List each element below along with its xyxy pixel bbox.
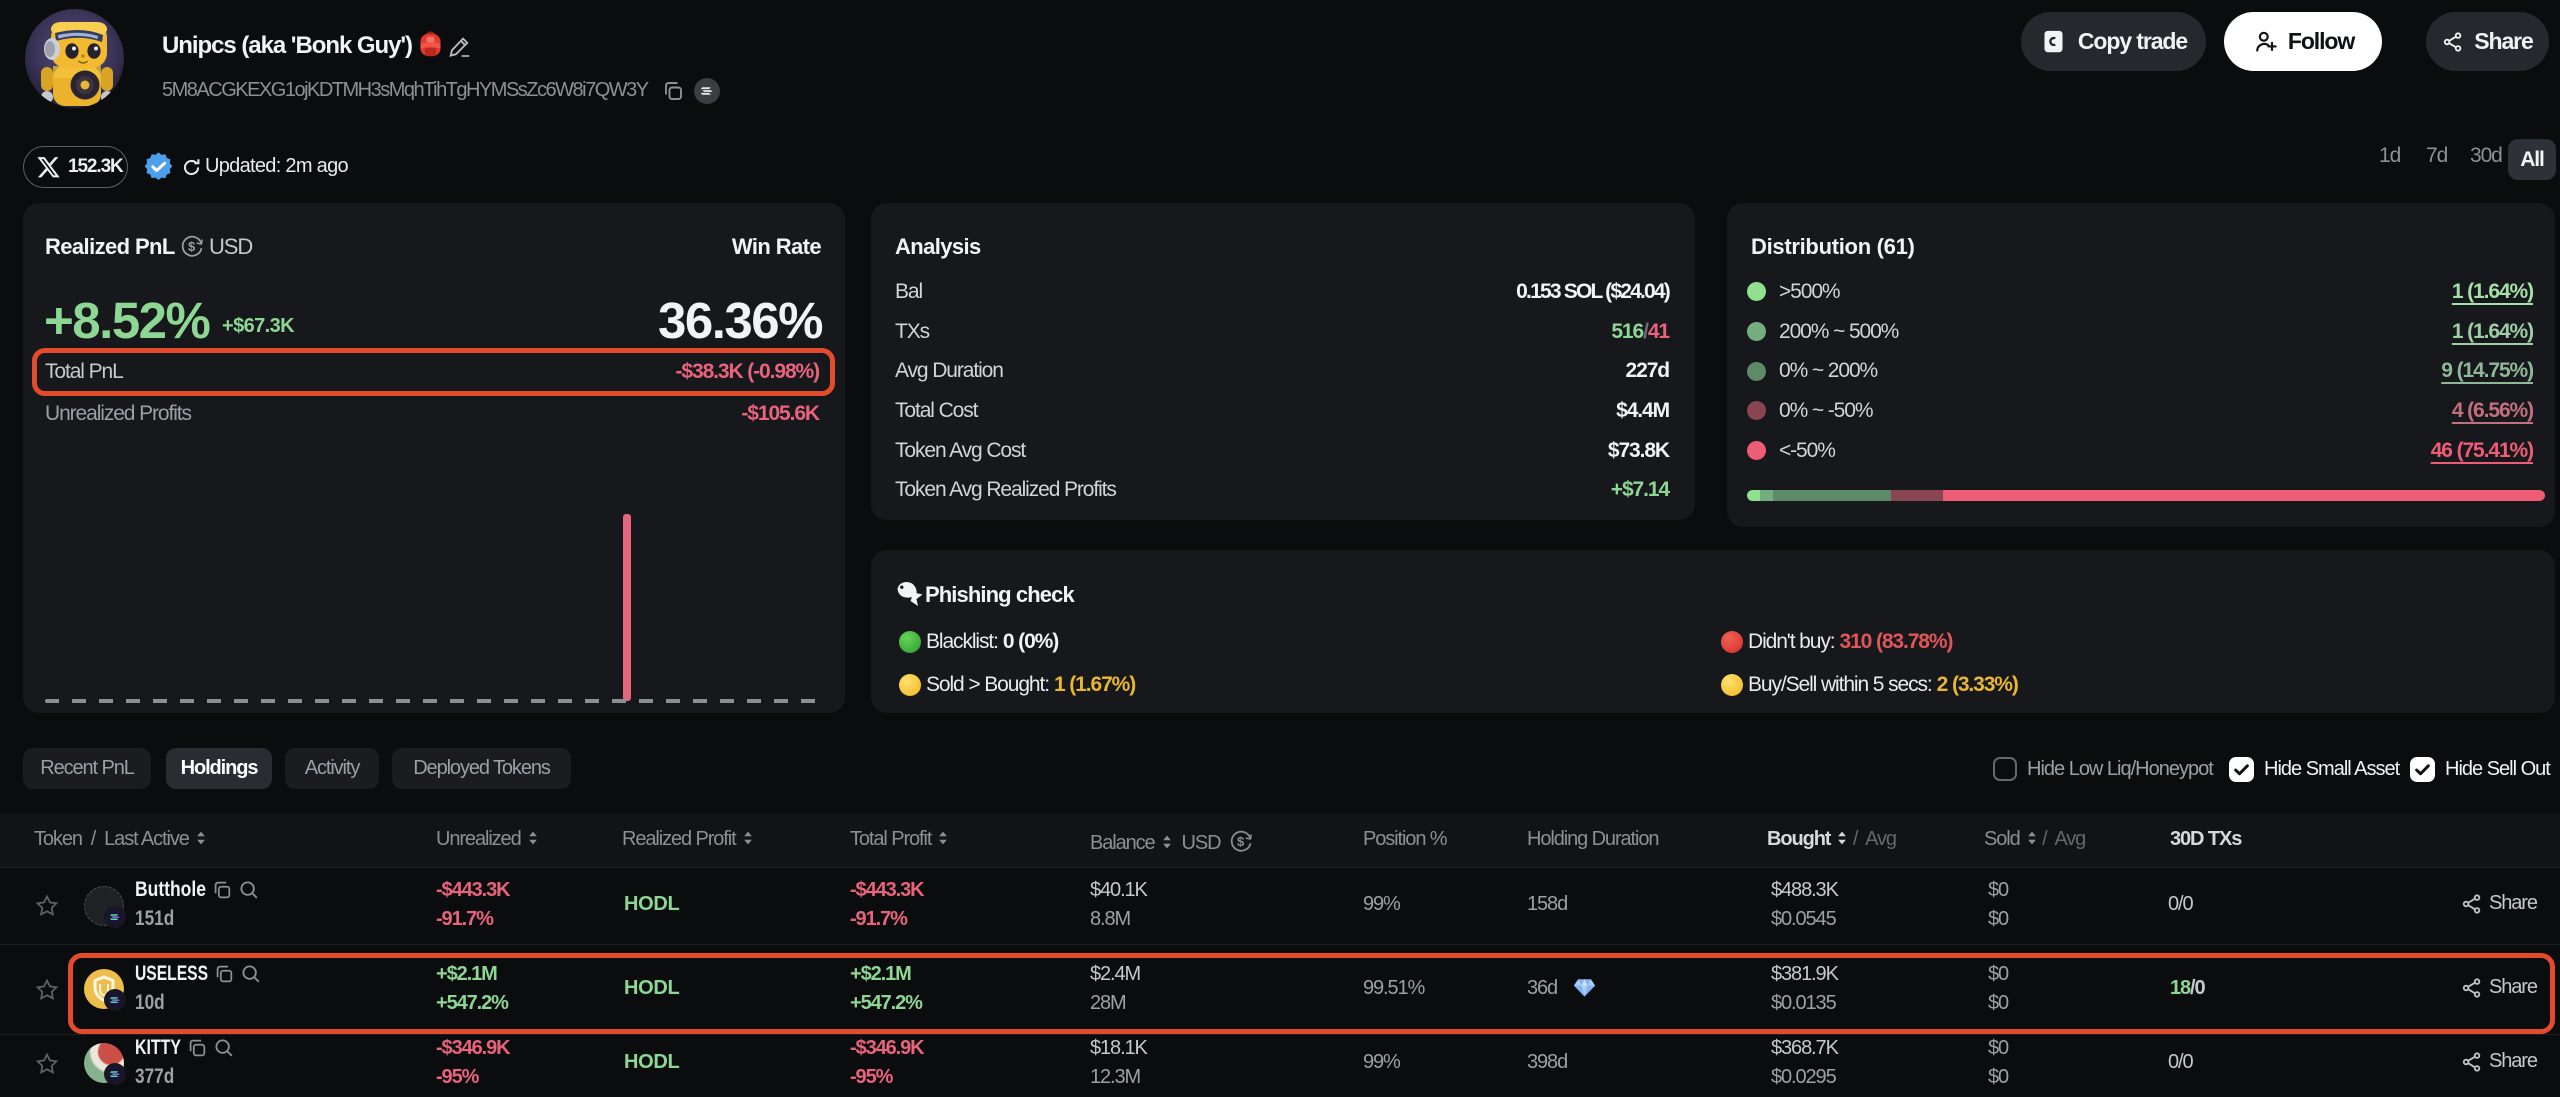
svg-text:$: $	[1237, 834, 1245, 849]
svg-text:$: $	[188, 239, 196, 254]
